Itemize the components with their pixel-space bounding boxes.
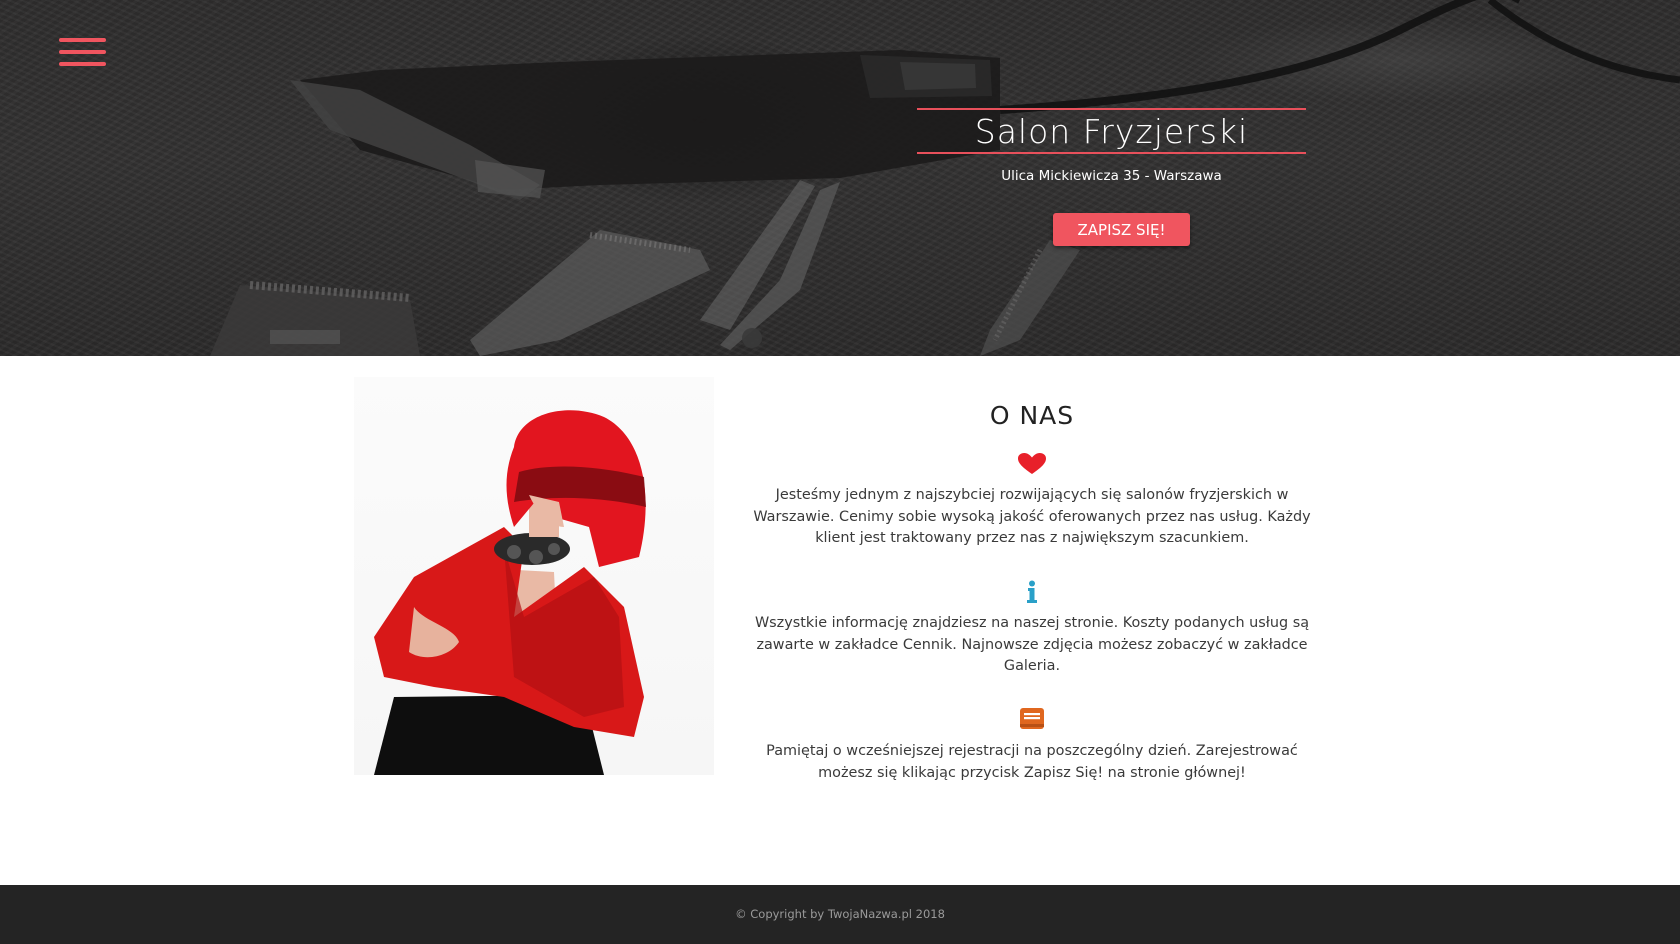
about-paragraph-1: Jesteśmy jednym z najszybciej rozwijając… bbox=[753, 487, 1311, 546]
book-icon bbox=[1017, 707, 1047, 731]
about-paragraph-3: Pamiętaj o wcześniejszej rejestracji na … bbox=[766, 743, 1298, 781]
model-photo bbox=[354, 377, 714, 775]
signup-button[interactable]: ZAPISZ SIĘ! bbox=[1053, 213, 1190, 246]
copyright-text: © Copyright by TwojaNazwa.pl 2018 bbox=[735, 907, 945, 921]
salon-address: Ulica Mickiewicza 35 - Warszawa bbox=[1001, 168, 1222, 184]
menu-line bbox=[59, 38, 106, 42]
heart-icon bbox=[1017, 452, 1047, 476]
about-title: O NAS bbox=[989, 401, 1075, 430]
about-paragraph-2: Wszystkie informację znajdziesz na nasze… bbox=[754, 615, 1310, 674]
about-section: O NAS Jesteśmy jednym z najszybciej rozw… bbox=[0, 356, 1680, 885]
hero-section: Salon Fryzjerski Ulica Mickiewicza 35 - … bbox=[0, 0, 1680, 356]
page-title: Salon Fryzjerski bbox=[974, 112, 1249, 151]
hair-tools-image bbox=[210, 0, 1680, 356]
menu-line bbox=[59, 62, 106, 66]
hamburger-menu-icon[interactable] bbox=[59, 36, 106, 69]
footer: © Copyright by TwojaNazwa.pl 2018 bbox=[0, 885, 1680, 944]
menu-line bbox=[59, 50, 106, 54]
hero-title-box: Salon Fryzjerski bbox=[917, 108, 1306, 154]
info-icon bbox=[1017, 580, 1047, 604]
